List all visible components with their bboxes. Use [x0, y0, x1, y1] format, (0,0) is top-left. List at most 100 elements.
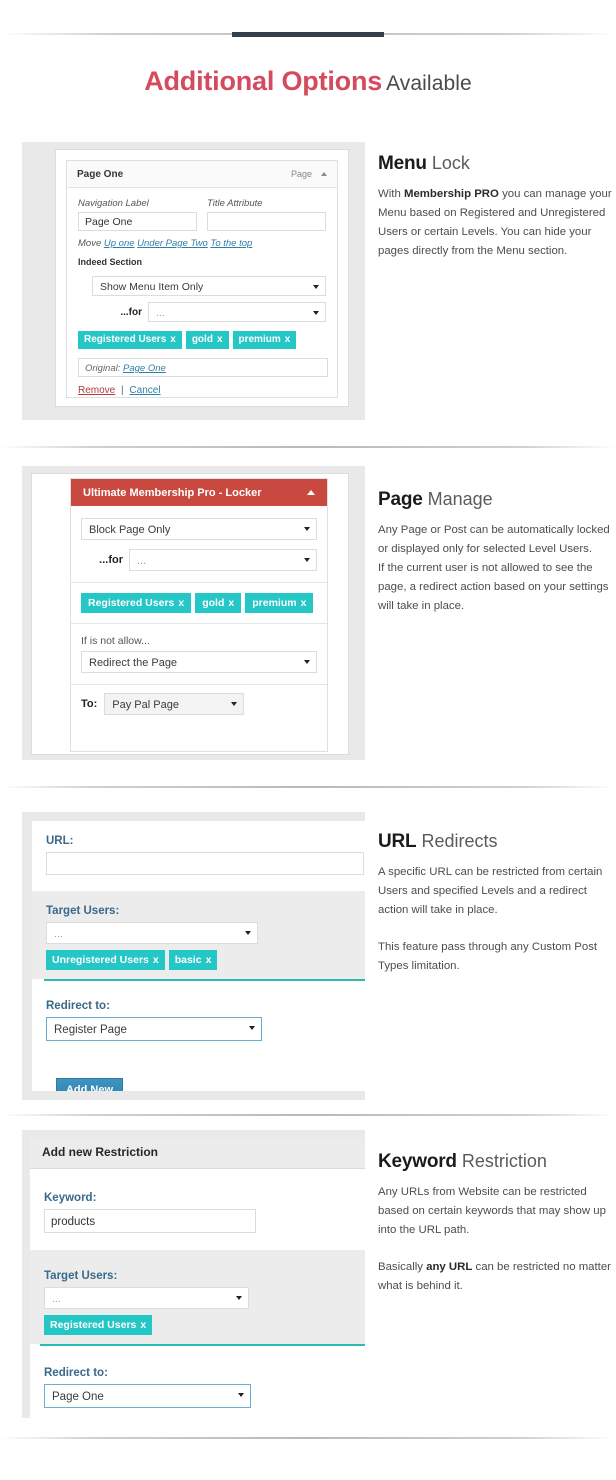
screenshot-frame-keyword: Add new Restriction Keyword: products Ta…: [22, 1130, 365, 1418]
tag-label: Registered Users: [88, 597, 175, 609]
feature-heading-bold: Page: [378, 489, 423, 510]
tag-remove-icon[interactable]: x: [228, 597, 234, 609]
locker-tags-section: Registered Users x gold x premium x: [71, 582, 327, 623]
for-select[interactable]: ...: [129, 549, 317, 571]
menu-item-panel-header[interactable]: Page One Page: [67, 161, 337, 188]
feature-heading-light: Manage: [427, 489, 493, 509]
feature-copy-page-manage: Page Manage Any Page or Post can be autom…: [378, 488, 616, 627]
title-attribute-label: Title Attribute: [207, 198, 263, 209]
locker-panel-header[interactable]: Ultimate Membership Pro - Locker: [71, 479, 327, 506]
section-divider-4: [0, 1437, 616, 1439]
url-section: URL:: [32, 821, 365, 887]
tag-label: gold: [191, 334, 213, 345]
locker-for-row: ...for ...: [81, 549, 317, 571]
page-title: Additional Options Available: [0, 66, 616, 97]
redirect-to-select[interactable]: Page One: [44, 1384, 251, 1408]
move-link-to-the-top[interactable]: To the top: [210, 238, 252, 249]
tag-remove-icon[interactable]: x: [206, 954, 212, 966]
feature-heading-page-manage: Page Manage: [378, 488, 616, 511]
feature-heading-bold: Menu: [378, 153, 427, 174]
tag-remove-icon[interactable]: x: [301, 597, 307, 609]
tag-remove-icon[interactable]: x: [285, 334, 291, 345]
target-users-section: Target Users: ... Registered Users x: [30, 1250, 365, 1344]
feature-paragraph: A specific URL can be restricted from ce…: [378, 863, 616, 920]
screenshot-menu: Page One Page Navigation Label Page One …: [56, 150, 348, 406]
tag-registered-users[interactable]: Registered Users x: [78, 331, 182, 349]
tag-remove-icon[interactable]: x: [140, 1319, 146, 1331]
target-users-select[interactable]: ...: [44, 1287, 249, 1309]
navigation-label-input[interactable]: Page One: [78, 212, 197, 231]
feature-paragraph: This feature pass through any Custom Pos…: [378, 938, 616, 976]
remove-link[interactable]: Remove: [78, 385, 115, 396]
redirect-action-select[interactable]: Redirect the Page: [81, 651, 317, 673]
top-rule-dark-segment: [232, 32, 384, 37]
feature-paragraph: Any Page or Post can be automatically lo…: [378, 521, 616, 559]
feature-copy-menu-lock: Menu Lock With Membership PRO you can man…: [378, 152, 616, 272]
feature-menu-lock: Page One Page Navigation Label Page One …: [0, 142, 616, 420]
feature-page-manage: Ultimate Membership Pro - Locker Block P…: [0, 466, 616, 760]
tag-gold[interactable]: gold x: [195, 593, 242, 613]
tag-remove-icon[interactable]: x: [178, 597, 184, 609]
paragraph-lead: This feature pass through any Custom Pos…: [378, 941, 598, 972]
teal-divider: [44, 979, 365, 981]
paragraph-bold: any URL: [426, 1261, 473, 1273]
paragraph-lead: With: [378, 188, 404, 200]
feature-heading-keyword-restriction: Keyword Restriction: [378, 1150, 616, 1173]
target-users-select[interactable]: ...: [46, 922, 258, 944]
feature-paragraph: Any URLs from Website can be restricted …: [378, 1183, 616, 1240]
locker-action-select[interactable]: Block Page Only: [81, 518, 317, 540]
tag-premium[interactable]: premium x: [232, 331, 297, 349]
tag-registered-users[interactable]: Registered Users x: [81, 593, 192, 613]
feature-heading-menu-lock: Menu Lock: [378, 152, 616, 175]
url-input[interactable]: [46, 852, 364, 875]
tag-remove-icon[interactable]: x: [217, 334, 223, 345]
tag-label: premium: [252, 597, 297, 609]
feature-copy-url-redirects: URL Redirects A specific URL can be restr…: [378, 830, 616, 987]
menu-visibility-select[interactable]: Show Menu Item Only: [92, 276, 326, 296]
indeed-section-label: Indeed Section: [78, 257, 143, 267]
feature-heading-bold: URL: [378, 831, 417, 852]
menu-item-type: Page: [290, 169, 312, 179]
move-links-row: Move Up one Under Page Two To the top: [78, 238, 326, 249]
tag-premium[interactable]: premium x: [245, 593, 314, 613]
move-label: Move: [78, 238, 102, 249]
for-label: ...for: [120, 306, 142, 318]
action-separator: |: [121, 385, 124, 396]
add-new-button[interactable]: Add New: [56, 1078, 123, 1091]
tag-registered-users[interactable]: Registered Users x: [44, 1315, 153, 1335]
chevron-up-icon[interactable]: [321, 172, 327, 176]
redirect-to-label: Redirect to:: [44, 1367, 108, 1379]
redirect-to-select[interactable]: Register Page: [46, 1017, 262, 1041]
move-link-under-page-two[interactable]: Under Page Two: [137, 238, 208, 249]
paragraph-lead: If the current user is not allowed to se…: [378, 562, 609, 612]
target-users-section: Target Users: ... Unregistered Users x ba…: [32, 891, 365, 979]
menu-item-body: Navigation Label Page One Title Attribut…: [67, 188, 337, 406]
teal-divider: [40, 1344, 365, 1346]
tag-remove-icon[interactable]: x: [153, 954, 159, 966]
tag-label: gold: [202, 597, 225, 609]
tag-remove-icon[interactable]: x: [170, 334, 176, 345]
locker-redirect-section: If is not allow... Redirect the Page: [71, 623, 327, 673]
title-attribute-input[interactable]: [207, 212, 326, 231]
restriction-title: Add new Restriction: [42, 1145, 159, 1159]
cancel-link[interactable]: Cancel: [129, 385, 160, 396]
tag-label: Registered Users: [50, 1319, 137, 1331]
feature-heading-url-redirects: URL Redirects: [378, 830, 616, 853]
target-users-label: Target Users:: [44, 1270, 118, 1282]
move-link-up-one[interactable]: Up one: [104, 238, 135, 249]
tag-unregistered-users[interactable]: Unregistered Users x: [46, 950, 165, 970]
keyword-input[interactable]: products: [44, 1209, 256, 1233]
for-select[interactable]: ...: [148, 302, 326, 322]
tag-basic[interactable]: basic x: [168, 950, 218, 970]
redirect-section: Redirect to: Page One: [30, 1347, 365, 1418]
original-link[interactable]: Page One: [123, 363, 166, 374]
menu-item-actions: Remove | Cancel: [78, 385, 326, 396]
not-allow-label: If is not allow...: [81, 635, 150, 647]
locker-body: Block Page Only ...for ...: [71, 506, 327, 571]
chevron-up-icon[interactable]: [307, 490, 315, 495]
tag-gold[interactable]: gold x: [185, 331, 229, 349]
feature-keyword-restriction: Add new Restriction Keyword: products Ta…: [0, 1130, 616, 1418]
locker-level-tags: Registered Users x gold x premium x: [81, 593, 317, 613]
to-select[interactable]: Pay Pal Page: [104, 693, 245, 715]
section-divider-2: [0, 786, 616, 788]
